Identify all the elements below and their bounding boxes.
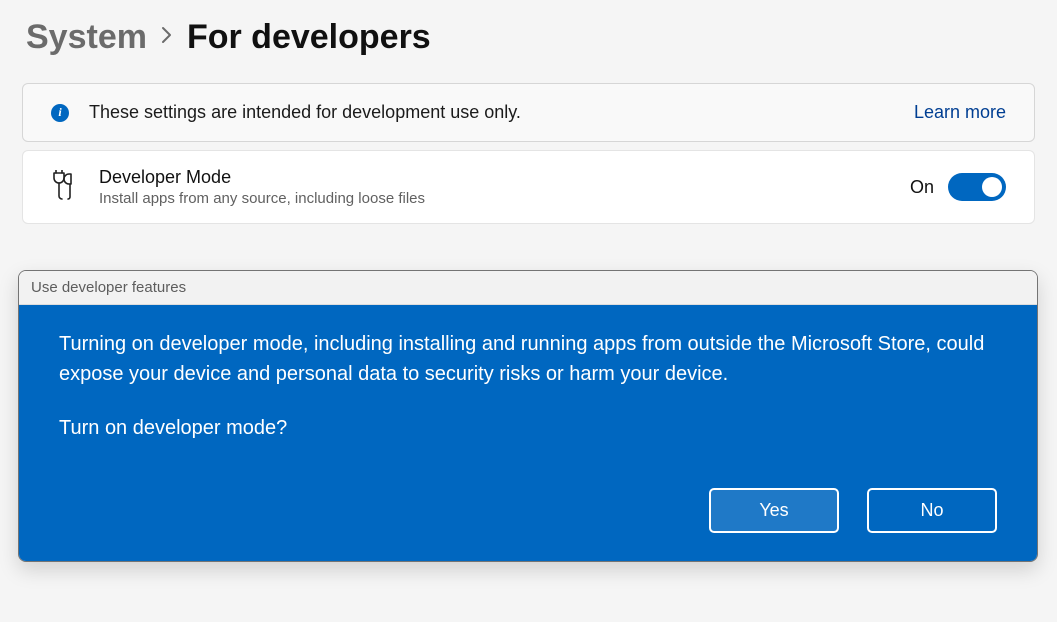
- info-banner-text: These settings are intended for developm…: [89, 102, 914, 123]
- yes-button[interactable]: Yes: [709, 488, 839, 533]
- dialog-buttons: Yes No: [59, 488, 997, 533]
- toggle-state-label: On: [910, 177, 934, 198]
- no-button[interactable]: No: [867, 488, 997, 533]
- dialog-question: Turn on developer mode?: [59, 417, 997, 440]
- setting-texts: Developer Mode Install apps from any sou…: [99, 167, 910, 207]
- toggle-knob: [982, 177, 1002, 197]
- info-banner: i These settings are intended for develo…: [22, 83, 1035, 142]
- tools-icon: [51, 170, 77, 205]
- breadcrumb-current: For developers: [187, 18, 431, 57]
- breadcrumb: System For developers: [0, 0, 1057, 69]
- dialog-body: Turning on developer mode, including ins…: [19, 305, 1037, 561]
- learn-more-link[interactable]: Learn more: [914, 102, 1006, 123]
- dialog-title: Use developer features: [19, 271, 1037, 305]
- toggle-wrap: On: [910, 173, 1006, 201]
- developer-mode-card: Developer Mode Install apps from any sou…: [22, 150, 1035, 224]
- developer-mode-description: Install apps from any source, including …: [99, 190, 910, 207]
- chevron-right-icon: [161, 26, 173, 50]
- breadcrumb-parent[interactable]: System: [26, 18, 147, 57]
- confirm-dialog: Use developer features Turning on develo…: [18, 270, 1038, 562]
- developer-mode-toggle[interactable]: [948, 173, 1006, 201]
- developer-mode-title: Developer Mode: [99, 167, 910, 188]
- dialog-message: Turning on developer mode, including ins…: [59, 329, 997, 389]
- info-icon: i: [51, 104, 69, 122]
